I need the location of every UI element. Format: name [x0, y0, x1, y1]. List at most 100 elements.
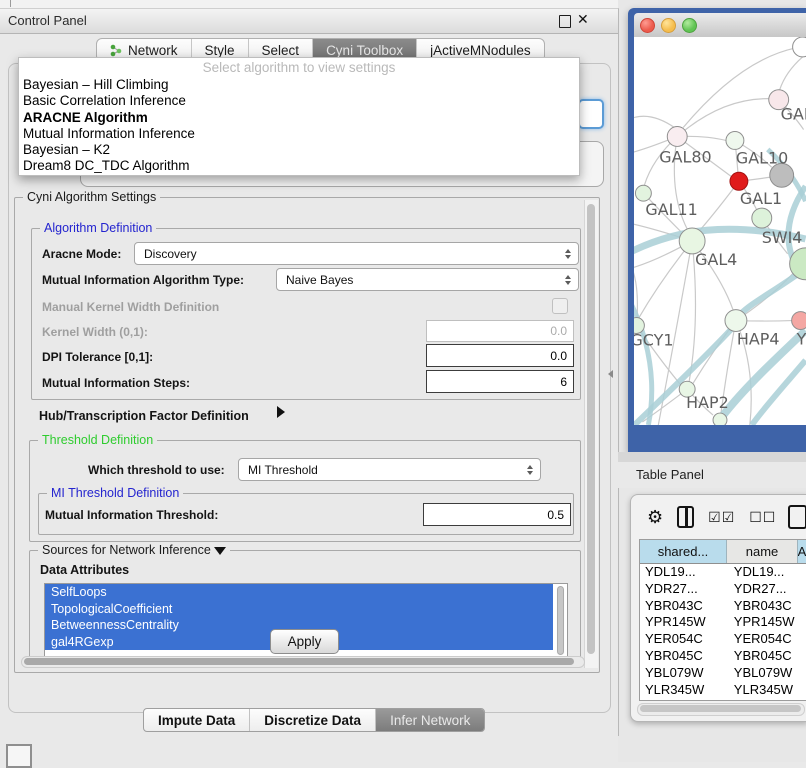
attributes-scrollbar[interactable]	[556, 586, 565, 656]
network-node-label: GAL10	[736, 148, 788, 167]
column-header-shared-name[interactable]: shared...	[640, 540, 727, 563]
gear-icon[interactable]: ⚙	[647, 507, 663, 528]
kernel-width-input[interactable]: 0.0	[426, 320, 574, 342]
table-row[interactable]: YBR045CYBR045C9.	[640, 648, 806, 665]
column-header-clipped[interactable]: A	[798, 540, 806, 563]
algorithm-option[interactable]: Bayesian – K2	[19, 142, 579, 158]
collapse-arrow-icon[interactable]	[214, 547, 226, 555]
algorithm-option[interactable]: Mutual Information Inference	[19, 126, 579, 142]
network-canvas[interactable]: GALGAL80GAL10GAL1GAL11SWI4GAL4GCY1HAP4YH…	[634, 37, 806, 425]
algorithm-option[interactable]: Dream8 DC_TDC Algorithm	[19, 158, 579, 174]
network-node[interactable]	[725, 310, 747, 332]
network-node[interactable]	[793, 37, 806, 57]
dpi-tolerance-input[interactable]: 0.0	[426, 344, 574, 367]
network-node[interactable]	[667, 127, 687, 147]
network-edge[interactable]	[638, 241, 692, 319]
network-window-titlebar[interactable]	[634, 13, 806, 38]
mi-algorithm-type-select[interactable]: Naive Bayes	[276, 268, 579, 291]
table-row[interactable]: YDL19...YDL19...13	[640, 564, 806, 581]
table-cell: YPR145W	[640, 614, 729, 631]
cyni-algorithm-settings-legend: Cyni Algorithm Settings	[23, 190, 160, 204]
expand-arrow-icon[interactable]	[277, 406, 285, 418]
mi-threshold-label: Mutual Information Threshold:	[45, 508, 218, 522]
table-cell	[802, 665, 806, 682]
tab-discretize-data-label: Discretize Data	[264, 713, 361, 728]
mi-steps-input[interactable]: 6	[426, 370, 574, 393]
network-node[interactable]	[752, 208, 772, 228]
panel-splitter-handle[interactable]	[608, 370, 613, 378]
network-node[interactable]	[792, 312, 806, 330]
table-horizontal-scrollbar[interactable]	[637, 703, 805, 716]
table-row[interactable]: YBR043CYBR043C	[640, 598, 806, 615]
table-cell: YDR27...	[640, 581, 729, 598]
network-node[interactable]	[713, 413, 727, 425]
close-traffic-light-icon[interactable]	[640, 18, 655, 33]
mi-type-value: Naive Bayes	[286, 273, 353, 287]
tab-infer-network[interactable]: Infer Network	[376, 709, 484, 731]
manual-kernel-checkbox[interactable]	[552, 298, 568, 314]
minimize-traffic-light-icon[interactable]	[661, 18, 676, 33]
tab-network-label: Network	[128, 43, 178, 58]
table-cell: 13	[802, 564, 806, 581]
network-node-label: SWI4	[762, 228, 803, 247]
table-cell: YER054C	[729, 631, 802, 648]
table-document-icon[interactable]	[788, 505, 806, 529]
table-row[interactable]: YDR27...YDR27...12	[640, 581, 806, 598]
table-panel-gap	[618, 452, 806, 462]
table-panel-title: Table Panel	[636, 467, 704, 482]
split-columns-icon[interactable]	[677, 506, 694, 528]
table-row[interactable]: YIL052CYIL052C9	[640, 698, 806, 701]
tab-impute-data[interactable]: Impute Data	[144, 709, 250, 731]
stepper-arrows-icon	[527, 465, 533, 475]
network-edge[interactable]	[683, 48, 795, 128]
table-horizontal-scrollbar-thumb[interactable]	[640, 705, 801, 712]
algorithm-popup-placeholder: Select algorithm to view settings	[19, 58, 579, 77]
settings-horizontal-scrollbar[interactable]	[21, 656, 585, 668]
float-window-icon[interactable]	[559, 15, 571, 28]
network-highlight-edge[interactable]	[740, 273, 800, 315]
network-node[interactable]	[635, 185, 651, 201]
network-node-label: HAP4	[737, 329, 780, 348]
network-node-label: GAL11	[645, 200, 697, 219]
table-cell: YBL079W	[640, 665, 729, 682]
minimized-panel-icon[interactable]	[6, 744, 32, 768]
table-cell: 9.	[802, 614, 806, 631]
table-panel-header: Table Panel	[618, 462, 806, 488]
close-icon[interactable]: ✕	[577, 11, 589, 28]
which-threshold-value: MI Threshold	[248, 463, 318, 477]
network-edge[interactable]	[634, 116, 677, 129]
mi-threshold-value: 0.5	[547, 508, 564, 522]
data-attribute-item[interactable]: TopologicalCoefficient	[45, 601, 553, 618]
network-edge[interactable]	[780, 57, 803, 90]
tab-discretize-data[interactable]: Discretize Data	[250, 709, 376, 731]
bottom-tabbar: Impute Data Discretize Data Infer Networ…	[143, 708, 485, 732]
zoom-traffic-light-icon[interactable]	[682, 18, 697, 33]
deselect-all-checkboxes-icon[interactable]: ☐☐	[749, 509, 776, 526]
table-cell: YER054C	[640, 631, 729, 648]
table-cell: YDL19...	[640, 564, 729, 581]
tab-jactivemnodules-label: jActiveMNodules	[430, 43, 531, 58]
data-attribute-item[interactable]: SelfLoops	[45, 584, 553, 601]
table-row[interactable]: YLR345WYLR345W9.	[640, 682, 806, 699]
cyni-algorithm-settings-group: Cyni Algorithm Settings Algorithm Defini…	[14, 197, 600, 673]
network-view-window[interactable]: GALGAL80GAL10GAL1GAL11SWI4GAL4GCY1HAP4YH…	[628, 8, 806, 452]
algorithm-option[interactable]: Basic Correlation Inference	[19, 93, 579, 109]
apply-button[interactable]: Apply	[270, 629, 339, 654]
network-node[interactable]	[726, 132, 744, 150]
table-cell: 12	[802, 581, 806, 598]
algorithm-option[interactable]: ARACNE Algorithm	[19, 110, 579, 126]
aracne-mode-select[interactable]: Discovery	[134, 242, 579, 265]
settings-vertical-scrollbar-thumb[interactable]	[587, 204, 595, 654]
settings-horizontal-scrollbar-thumb[interactable]	[24, 658, 574, 665]
network-node[interactable]	[730, 172, 748, 190]
which-threshold-select[interactable]: MI Threshold	[238, 458, 541, 481]
tab-infer-network-label: Infer Network	[390, 713, 470, 728]
settings-vertical-scrollbar[interactable]	[584, 200, 598, 668]
mi-threshold-input[interactable]: 0.5	[423, 503, 571, 526]
table-row[interactable]: YBL079WYBL079W	[640, 665, 806, 682]
column-header-name[interactable]: name	[727, 540, 798, 563]
select-all-checkboxes-icon[interactable]: ☑☑	[708, 509, 735, 526]
table-row[interactable]: YER054CYER054C8.	[640, 631, 806, 648]
table-row[interactable]: YPR145WYPR145W9.	[640, 614, 806, 631]
algorithm-option[interactable]: Bayesian – Hill Climbing	[19, 77, 579, 93]
